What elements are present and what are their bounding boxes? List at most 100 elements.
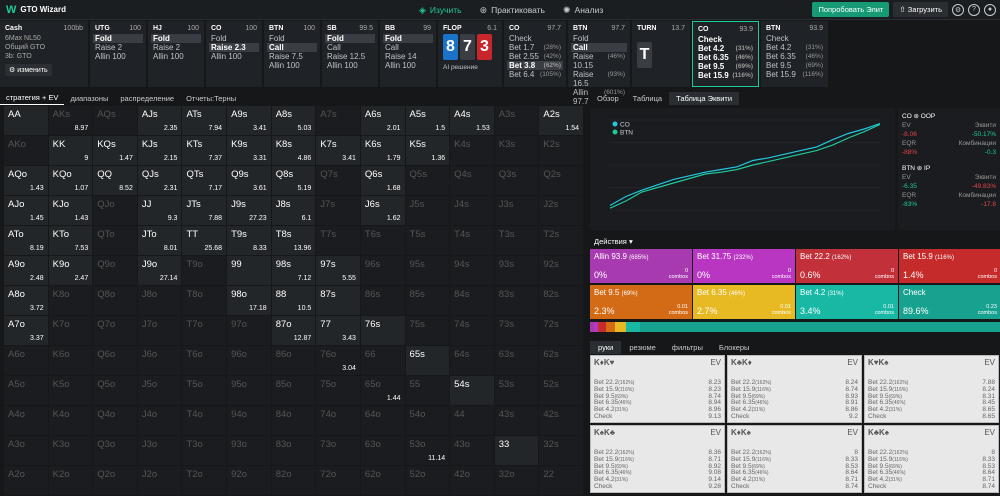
hand-cell[interactable]: 85s [405,286,451,316]
hand-cell[interactable]: T8o [182,286,228,316]
action-option[interactable]: Call [267,43,317,52]
flop-card[interactable]: FLOP 6.1 8 7 3 AI решение [438,21,502,87]
actions-header[interactable]: Действия ▾ [594,237,633,246]
bottom-tab-2[interactable]: фильтры [664,341,711,354]
ai-solution-link[interactable]: AI решение [443,63,497,72]
action-option[interactable]: Fold [93,34,143,43]
hand-cell[interactable]: A4s 1.53 [450,106,495,136]
hand-cell[interactable]: 65o 1.44 [360,376,406,406]
action-option[interactable]: Allin 100 [327,61,373,70]
hand-cell[interactable]: Q8s 5.19 [271,166,317,196]
hand-cell[interactable]: A5s 1.5 [405,106,451,136]
hand-cell[interactable]: J9o 27.14 [137,256,183,286]
action-box[interactable]: Allin 93.9 (685%) 0% 0 combos [590,249,692,283]
hand-cell[interactable]: 75o [316,376,361,406]
action-option[interactable]: Raise 12.5 [327,52,373,61]
hand-cell[interactable]: 55 [405,376,451,406]
position-card-bb[interactable]: BB 99 Fold Call Raise 14 Allin 100 [380,21,436,87]
bottom-tab-0[interactable]: руки [590,340,622,354]
flop-action-card-co[interactable]: CO 97.7 Check Bet 1.7 (28%) Bet 2.55 (42%) Bet … [504,21,566,87]
hand-cell[interactable]: Q9o [93,256,138,286]
tab-0[interactable]: стратегия + EV [0,91,65,105]
hand-cell[interactable]: QTo [93,226,138,256]
hand-cell[interactable]: 33 [494,436,540,466]
hand-cell[interactable]: AQs [93,106,138,136]
hand-cell[interactable]: 82o [271,466,317,496]
hand-card[interactable]: K♦K♥ EV Bet 22.2(162%) 8.23 Bet 15.9(116%) 8.… [590,355,725,423]
hand-cell[interactable]: 73o [316,436,361,466]
hand-cell[interactable]: AKs 8.97 [48,106,94,136]
hand-cell[interactable]: ATs 7.94 [182,106,228,136]
hand-cell[interactable]: 63s [494,346,540,376]
hand-cell[interactable]: T2s [539,226,584,256]
hand-cell[interactable]: Q4s [450,166,495,196]
action-option[interactable]: Fold [151,34,201,43]
hand-cell[interactable]: K4o [48,406,94,436]
hand-cell[interactable]: A9o 2.48 [4,256,49,286]
action-box[interactable]: Bet 31.75 (232%) 0% 0 combos [693,249,795,283]
hand-cell[interactable]: A3s [494,106,540,136]
hand-cell[interactable]: 54o [405,406,451,436]
hand-cell[interactable]: T7o [182,316,228,346]
action-option[interactable]: Raise 7.5 [269,52,315,61]
upload-button[interactable]: ⇧ Загрузить [893,2,948,17]
hand-cell[interactable]: 53o 11.14 [405,436,451,466]
hand-cell[interactable]: 62o [360,466,406,496]
hand-cell[interactable]: 43o [450,436,495,466]
hand-card[interactable]: K♣K♠ EV Bet 22.2(162%) 8 Bet 15.9(116%) 8.33 B… [864,425,999,493]
hand-cell[interactable]: 52o [405,466,451,496]
hand-cell[interactable]: 95o [227,376,272,406]
hand-cell[interactable]: KK 9 [48,136,94,166]
hand-card[interactable]: K♣K♦ EV Bet 22.2(162%) 8.24 Bet 15.9(116%) 8.… [727,355,862,423]
hand-cell[interactable]: 72s [539,316,584,346]
hand-cell[interactable]: Q6o [93,346,138,376]
hand-cell[interactable]: K9s 3.31 [227,136,272,166]
hand-cell[interactable]: J2s [539,196,584,226]
hand-cell[interactable]: QQ 8.52 [93,166,138,196]
hand-cell[interactable]: T9s 8.33 [227,226,272,256]
hand-cell[interactable]: 95s [405,256,451,286]
hand-cell[interactable]: 73s [494,316,540,346]
action-option[interactable]: Bet 4.2 (31%) [766,43,823,52]
hand-cell[interactable]: J7s [316,196,361,226]
hand-cell[interactable]: A2s 1.54 [539,106,584,136]
hand-cell[interactable]: JTo 8.01 [137,226,183,256]
hand-cell[interactable]: 97s 5.55 [316,256,361,286]
hand-cell[interactable]: K3o [48,436,94,466]
hand-cell[interactable]: Q3o [93,436,138,466]
hand-cell[interactable]: 96s [360,256,406,286]
hand-cell[interactable]: 86s [360,286,406,316]
hand-cell[interactable]: Q6s 1.68 [360,166,406,196]
hand-cell[interactable]: J6o [137,346,183,376]
hand-cell[interactable]: 42s [539,406,584,436]
hand-cell[interactable]: K4s [450,136,495,166]
action-option[interactable]: Fold [211,34,257,43]
hand-cell[interactable]: 94s [450,256,495,286]
hand-cell[interactable]: 32o [494,466,540,496]
action-option[interactable]: Call [385,43,431,52]
hand-cell[interactable]: J5s [405,196,451,226]
turn-action-card-co[interactable]: CO 93.9 Check Bet 4.2 (31%) Bet 6.35 (46%) Bet … [692,21,759,87]
hand-cell[interactable]: Q9s 3.61 [227,166,272,196]
hand-cell[interactable]: K3s [494,136,540,166]
game-settings-card[interactable]: Cash 100bb 6Max NL50 Общий GTO 3b: GTO ⚙ … [0,21,88,87]
tab-2[interactable]: распределение [114,92,180,105]
hand-cell[interactable]: K2o [48,466,94,496]
hand-cell[interactable]: J3s [494,196,540,226]
hand-cell[interactable]: T8s 13.96 [271,226,317,256]
hand-cell[interactable]: A8o 3.72 [4,286,49,316]
hand-cell[interactable]: ATo 8.19 [4,226,49,256]
hand-cell[interactable]: 53s [494,376,540,406]
hand-cell[interactable]: A4o [4,406,49,436]
position-card-sb[interactable]: SB 99.5 Fold Call Raise 12.5 Allin 100 [322,21,378,87]
hand-cell[interactable]: 98s 7.12 [271,256,317,286]
action-option[interactable]: Bet 6.35 (46%) [766,52,823,61]
action-option[interactable]: Call [571,43,627,52]
hand-cell[interactable]: AA [4,106,49,136]
hand-cell[interactable]: J4s [450,196,495,226]
try-elite-button[interactable]: Попробовать Элит [812,2,890,17]
action-option[interactable]: Allin 100 [269,61,315,70]
position-card-hj[interactable]: HJ 100 Fold Raise 2 Allin 100 [148,21,204,87]
hand-cell[interactable]: 94o [227,406,272,436]
hand-cell[interactable]: J2o [137,466,183,496]
